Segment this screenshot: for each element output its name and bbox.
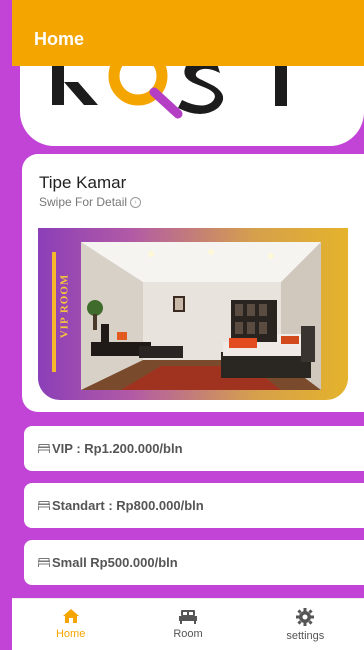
room-photo [81, 242, 321, 390]
room-type-card[interactable]: Tipe Kamar Swipe For Detail › VIP ROOM [22, 154, 364, 412]
swipe-hint-text: Swipe For Detail [39, 195, 128, 209]
app-screen: Home Tipe Kamar Swipe For Detail › VIP R… [0, 0, 364, 650]
price-row-standart[interactable]: Standart : Rp800.000/bln [24, 483, 364, 528]
chevron-right-icon: › [130, 196, 142, 208]
home-icon [62, 609, 79, 623]
bed-icon [38, 558, 50, 567]
app-header: Home [12, 0, 364, 66]
room-type-subtitle: Swipe For Detail › [39, 195, 142, 209]
room-banner[interactable]: VIP ROOM [38, 228, 348, 400]
nav-settings-label: settings [286, 630, 325, 642]
bed-icon [38, 501, 50, 510]
nav-settings[interactable]: settings [250, 599, 360, 642]
gear-icon [296, 608, 315, 626]
price-label: VIP : Rp1.200.000/bln [52, 441, 183, 456]
price-label: Small Rp500.000/bln [52, 555, 178, 570]
banner-accent-bar [52, 252, 56, 372]
banner-vip-label: VIP ROOM [58, 273, 71, 339]
bed-icon [178, 610, 197, 624]
page-title: Home [34, 29, 85, 49]
nav-room[interactable]: Room [133, 599, 243, 640]
nav-home-label: Home [55, 628, 86, 640]
price-label: Standart : Rp800.000/bln [52, 498, 204, 513]
nav-home[interactable]: Home [16, 599, 126, 640]
price-row-small[interactable]: Small Rp500.000/bln [24, 540, 364, 585]
nav-room-label: Room [173, 628, 203, 640]
room-type-title: Tipe Kamar [39, 173, 127, 192]
bed-icon [38, 444, 50, 453]
bottom-navigation: Home Room settings [12, 598, 364, 650]
price-row-vip[interactable]: VIP : Rp1.200.000/bln [24, 426, 364, 471]
